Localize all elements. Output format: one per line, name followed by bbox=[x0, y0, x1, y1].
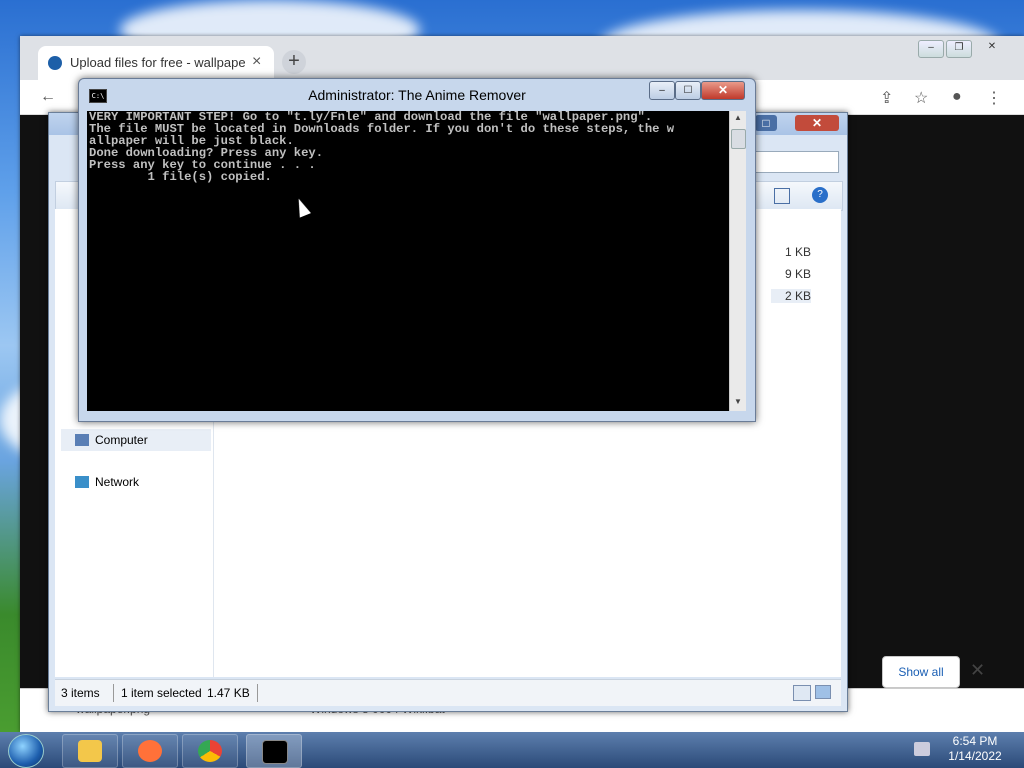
help-icon[interactable]: ? bbox=[812, 187, 828, 203]
preview-pane-icon[interactable] bbox=[774, 188, 790, 204]
status-divider bbox=[257, 684, 258, 702]
network-icon bbox=[75, 476, 89, 488]
close-button[interactable]: ✕ bbox=[980, 40, 1004, 56]
folder-icon bbox=[78, 740, 102, 762]
scroll-thumb[interactable] bbox=[731, 129, 746, 149]
nav-item-network[interactable]: Network bbox=[61, 471, 211, 493]
cmd-icon bbox=[262, 740, 288, 764]
cmd-window: C:\ Administrator: The Anime Remover – ☐… bbox=[78, 78, 756, 422]
clock-date: 1/14/2022 bbox=[948, 749, 1002, 763]
item-count: 3 items bbox=[61, 686, 100, 700]
share-icon[interactable]: ⇪ bbox=[880, 88, 893, 108]
site-favicon-icon bbox=[48, 56, 62, 70]
file-size: 9 KB bbox=[784, 267, 811, 281]
restore-button[interactable]: □ bbox=[755, 115, 777, 131]
vertical-scrollbar[interactable]: ▲ ▼ bbox=[729, 111, 746, 411]
system-clock[interactable]: 6:54 PM 1/14/2022 bbox=[940, 734, 1010, 764]
star-icon[interactable]: ☆ bbox=[914, 88, 928, 108]
file-size: 2 KB bbox=[771, 289, 811, 303]
start-button[interactable] bbox=[8, 734, 44, 768]
console-text: VERY IMPORTANT STEP! Go to "t.ly/Fnle" a… bbox=[89, 111, 675, 184]
tab-title: Upload files for free - wallpaper.png bbox=[70, 55, 246, 70]
minimize-button[interactable]: – bbox=[918, 40, 944, 58]
tab-strip: Upload files for free - wallpaper.png × … bbox=[20, 36, 1024, 80]
minimize-button[interactable]: – bbox=[649, 81, 675, 100]
selection-count: 1 item selected bbox=[121, 686, 202, 700]
status-bar: 3 items 1 item selected 1.47 KB bbox=[55, 679, 841, 706]
file-size: 1 KB bbox=[784, 245, 811, 259]
close-button[interactable]: ✕ bbox=[701, 81, 745, 100]
status-divider bbox=[113, 684, 114, 702]
maximize-button[interactable]: ☐ bbox=[675, 81, 701, 100]
firefox-icon bbox=[138, 740, 162, 762]
restore-button[interactable]: ❐ bbox=[946, 40, 972, 58]
chrome-icon bbox=[198, 740, 222, 762]
details-view-icon[interactable] bbox=[793, 685, 811, 701]
nav-item-computer[interactable]: Computer bbox=[61, 429, 211, 451]
selection-size: 1.47 KB bbox=[207, 686, 250, 700]
taskbar-cmd[interactable] bbox=[246, 734, 302, 768]
nav-item-label: Computer bbox=[95, 433, 148, 447]
tab-close-button[interactable]: × bbox=[252, 53, 261, 71]
kebab-menu-icon[interactable]: ⋮ bbox=[986, 88, 1002, 108]
scroll-down-icon[interactable]: ▼ bbox=[730, 397, 746, 406]
taskbar-explorer[interactable] bbox=[62, 734, 118, 768]
close-button[interactable]: ✕ bbox=[795, 115, 839, 131]
taskbar-chrome[interactable] bbox=[182, 734, 238, 768]
new-tab-button[interactable]: + bbox=[282, 50, 306, 74]
clock-time: 6:54 PM bbox=[952, 734, 998, 748]
nav-item-label: Network bbox=[95, 475, 140, 489]
account-icon[interactable]: ● bbox=[952, 88, 962, 106]
taskbar: 6:54 PM 1/14/2022 bbox=[0, 732, 1024, 768]
taskbar-firefox[interactable] bbox=[122, 734, 178, 768]
large-icons-view-icon[interactable] bbox=[815, 685, 831, 699]
search-input[interactable] bbox=[751, 151, 839, 173]
cmd-titlebar[interactable]: C:\ Administrator: The Anime Remover – ☐… bbox=[79, 79, 755, 109]
show-all-button[interactable]: Show all bbox=[882, 656, 960, 688]
console-output[interactable]: VERY IMPORTANT STEP! Go to "t.ly/Fnle" a… bbox=[87, 111, 729, 411]
close-shelf-button[interactable]: ✕ bbox=[970, 660, 985, 681]
scroll-up-icon[interactable]: ▲ bbox=[730, 113, 746, 122]
computer-icon bbox=[75, 434, 89, 446]
network-tray-icon[interactable] bbox=[914, 742, 930, 756]
arrow-left-icon[interactable]: ← bbox=[40, 88, 56, 106]
browser-tab[interactable]: Upload files for free - wallpaper.png × bbox=[38, 46, 274, 80]
